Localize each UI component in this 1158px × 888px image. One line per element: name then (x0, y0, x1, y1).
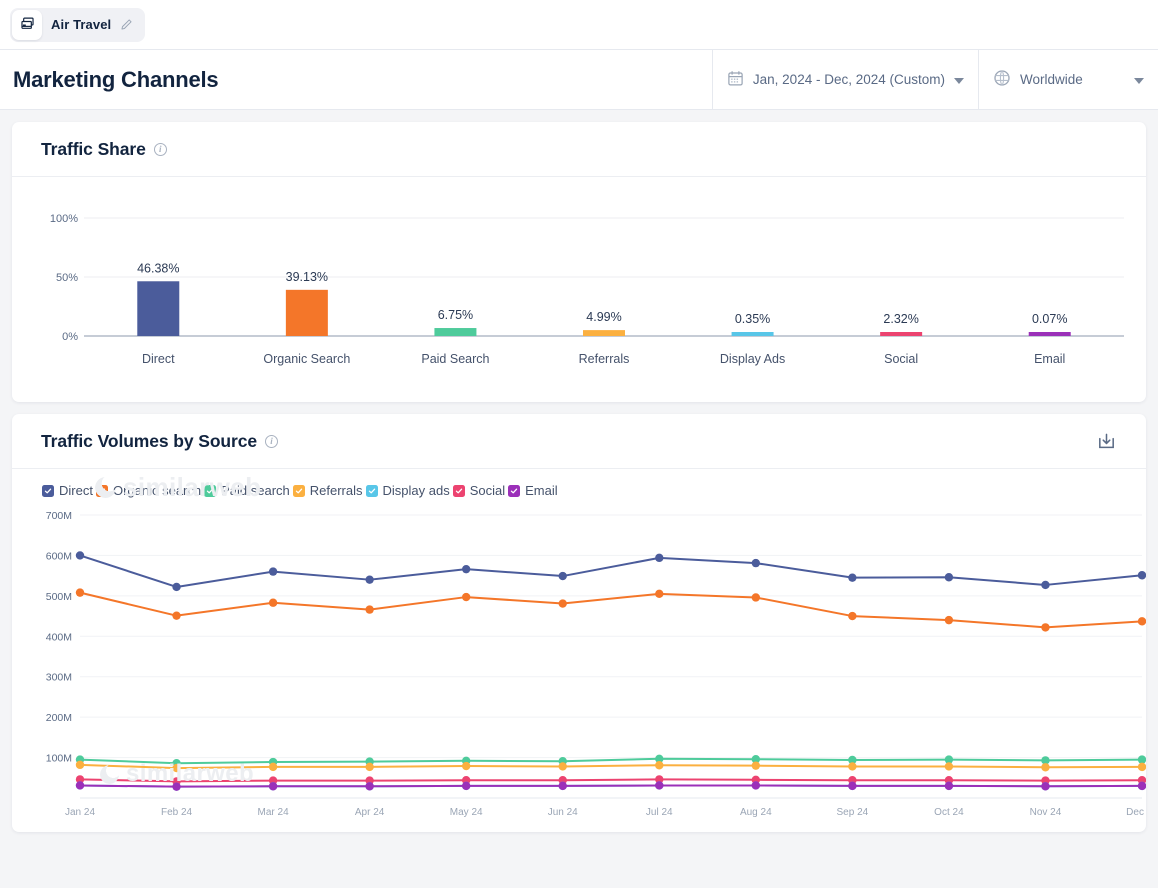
checkbox-icon[interactable] (96, 485, 108, 497)
svg-text:500M: 500M (46, 591, 72, 603)
svg-text:Direct: Direct (142, 352, 175, 366)
checkbox-icon[interactable] (366, 485, 378, 497)
workspace-tab-label: Air Travel (51, 17, 111, 32)
legend-label: Organic search (113, 483, 201, 498)
checkbox-icon[interactable] (508, 485, 520, 497)
legend-label: Email (525, 483, 558, 498)
traffic-volumes-header: Traffic Volumes by Source i (12, 414, 1146, 469)
windows-compare-icon (12, 10, 42, 40)
legend-item-social[interactable]: Social (453, 483, 505, 498)
tab-bar: Air Travel (0, 0, 1158, 50)
svg-text:Referrals: Referrals (579, 352, 630, 366)
svg-text:Jan 24: Jan 24 (65, 807, 95, 818)
svg-text:0.35%: 0.35% (735, 312, 770, 326)
info-icon[interactable]: i (154, 143, 167, 156)
checkbox-icon[interactable] (293, 485, 305, 497)
checkbox-icon[interactable] (204, 485, 216, 497)
legend-label: Direct (59, 483, 93, 498)
legend-item-email[interactable]: Email (508, 483, 558, 498)
svg-text:300M: 300M (46, 672, 72, 684)
legend-label: Display ads (383, 483, 450, 498)
series-direct (76, 551, 1146, 591)
svg-text:4.99%: 4.99% (586, 310, 621, 324)
chevron-down-icon (954, 72, 964, 87)
svg-text:400M: 400M (46, 631, 72, 643)
svg-text:Oct 24: Oct 24 (934, 807, 964, 818)
bar-group[interactable]: 0.35% Display Ads (720, 312, 785, 366)
svg-text:Apr 24: Apr 24 (355, 807, 385, 818)
svg-text:39.13%: 39.13% (286, 270, 328, 284)
svg-text:Organic Search: Organic Search (263, 352, 350, 366)
legend-item-paid-search[interactable]: Paid search (204, 483, 290, 498)
svg-text:Mar 24: Mar 24 (258, 807, 290, 818)
date-range-picker[interactable]: Jan, 2024 - Dec, 2024 (Custom) (712, 50, 978, 109)
calendar-icon (727, 70, 744, 90)
series-legend: Direct Organic search Paid search Referrals… (12, 469, 1146, 502)
svg-text:46.38%: 46.38% (137, 261, 179, 275)
traffic-volumes-card: Traffic Volumes by Source i Direct Organi… (12, 414, 1146, 832)
svg-text:Dec 24: Dec 24 (1126, 807, 1146, 818)
chevron-down-icon (1134, 72, 1144, 87)
geo-label: Worldwide (1020, 72, 1083, 87)
legend-item-referrals[interactable]: Referrals (293, 483, 363, 498)
checkbox-icon[interactable] (453, 485, 465, 497)
bar-group[interactable]: 6.75% Paid Search (421, 308, 489, 366)
traffic-share-svg: 100% 50% 0% 46.38% Direct 39.13% Organic Searc… (12, 177, 1146, 402)
bar-group[interactable]: 4.99% Referrals (579, 310, 630, 366)
svg-text:Email: Email (1034, 352, 1065, 366)
svg-text:100M: 100M (46, 753, 72, 765)
pencil-icon[interactable] (120, 18, 133, 31)
legend-item-organic-search[interactable]: Organic search (96, 483, 201, 498)
legend-item-direct[interactable]: Direct (42, 483, 93, 498)
svg-text:0.07%: 0.07% (1032, 312, 1067, 326)
series-email (76, 781, 1146, 791)
svg-text:2.32%: 2.32% (883, 312, 918, 326)
traffic-share-chart: similarweb 100%50%0%46.38%Direct39.13%Or… (12, 177, 1146, 402)
traffic-volumes-chart: similarweb 100M200M300M400M500M600M700MJ… (12, 502, 1146, 832)
svg-text:50%: 50% (56, 272, 78, 284)
legend-label: Paid search (221, 483, 290, 498)
bar-group[interactable]: 39.13% Organic Search (263, 270, 350, 366)
traffic-share-card: Traffic Share i similarweb 100%50%0%46.3… (12, 122, 1146, 402)
traffic-volumes-svg: 100M 200M 300M 400M 500M 600M 700M Jan 24 Feb 24… (12, 502, 1146, 832)
checkbox-icon[interactable] (42, 485, 54, 497)
svg-text:Sep 24: Sep 24 (837, 807, 869, 818)
legend-label: Social (470, 483, 505, 498)
globe-icon (993, 69, 1011, 90)
info-icon[interactable]: i (265, 435, 278, 448)
svg-text:Display Ads: Display Ads (720, 352, 785, 366)
svg-text:700M: 700M (46, 510, 72, 522)
bar-group[interactable]: 0.07% Email (1029, 312, 1071, 366)
svg-text:Social: Social (884, 352, 918, 366)
series-social (76, 775, 1146, 785)
svg-text:Jun 24: Jun 24 (548, 807, 578, 818)
svg-text:6.75%: 6.75% (438, 308, 473, 322)
svg-text:May 24: May 24 (450, 807, 483, 818)
series-organic-search (76, 588, 1146, 631)
page-header: Marketing Channels Jan, 2024 - Dec, 2024… (0, 50, 1158, 110)
geo-selector[interactable]: Worldwide (978, 50, 1158, 109)
svg-text:100%: 100% (50, 213, 78, 225)
traffic-share-title: Traffic Share (41, 139, 146, 160)
svg-text:Jul 24: Jul 24 (646, 807, 673, 818)
svg-text:600M: 600M (46, 550, 72, 562)
svg-text:Aug 24: Aug 24 (740, 807, 772, 818)
page-title: Marketing Channels (0, 50, 712, 109)
legend-item-display-ads[interactable]: Display ads (366, 483, 450, 498)
traffic-volumes-title: Traffic Volumes by Source (41, 431, 257, 452)
svg-text:Nov 24: Nov 24 (1030, 807, 1062, 818)
date-range-label: Jan, 2024 - Dec, 2024 (Custom) (753, 72, 945, 87)
traffic-share-header: Traffic Share i (12, 122, 1146, 177)
workspace-tab[interactable]: Air Travel (10, 8, 145, 42)
svg-text:Feb 24: Feb 24 (161, 807, 193, 818)
bar-group[interactable]: 2.32% Social (880, 312, 922, 366)
legend-label: Referrals (310, 483, 363, 498)
svg-text:Paid Search: Paid Search (421, 352, 489, 366)
download-icon[interactable] (1096, 431, 1117, 452)
svg-text:0%: 0% (62, 331, 78, 343)
svg-text:200M: 200M (46, 712, 72, 724)
